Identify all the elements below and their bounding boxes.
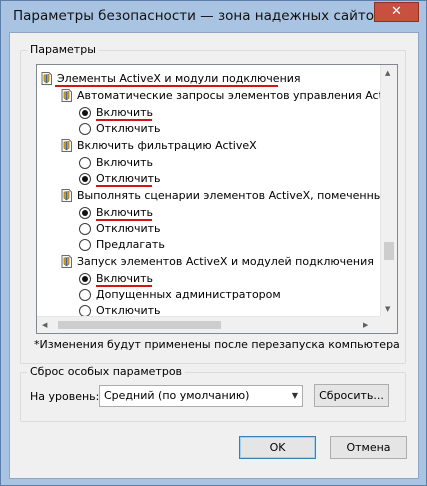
radio-button[interactable] <box>79 207 91 219</box>
scroll-up-icon[interactable]: ▲ <box>385 69 390 77</box>
scroll-left-icon[interactable]: ◀ <box>42 321 47 329</box>
restart-note: *Изменения будут применены после перезап… <box>34 338 400 351</box>
radio-label[interactable]: Отключить <box>96 121 161 137</box>
radio-label[interactable]: Отключить <box>96 303 161 317</box>
close-button[interactable]: ✕ <box>374 2 419 22</box>
section-title: Запуск элементов ActiveX и модулей подкл… <box>77 255 374 268</box>
activex-category-icon <box>41 72 52 85</box>
radio-button[interactable] <box>79 223 91 235</box>
level-label: На уровень: <box>30 390 100 403</box>
horizontal-scrollbar[interactable]: ◀ ▶ <box>37 316 381 333</box>
reset-group-legend: Сброс особых параметров <box>27 365 186 378</box>
red-underline <box>55 85 278 87</box>
scroll-down-icon[interactable]: ▼ <box>385 305 390 313</box>
close-icon: ✕ <box>391 4 402 19</box>
settings-tree-content: Элементы ActiveX и модули подключения Авт… <box>37 65 381 317</box>
scroll-corner <box>380 316 397 333</box>
chevron-down-icon: ▼ <box>291 391 298 400</box>
reset-button[interactable]: Сбросить... <box>314 384 389 407</box>
radio-button[interactable] <box>79 123 91 135</box>
title-bar[interactable]: Параметры безопасности — зона надежных с… <box>1 1 426 31</box>
section-title: Включить фильтрацию ActiveX <box>77 139 257 152</box>
radio-label[interactable]: Включить <box>96 155 153 171</box>
radio-button[interactable] <box>79 289 91 301</box>
radio-button[interactable] <box>79 273 91 285</box>
section-title: Выполнять сценарии элементов ActiveX, по… <box>77 189 381 202</box>
shield-settings-icon <box>61 139 72 152</box>
vertical-scroll-thumb[interactable] <box>384 242 394 260</box>
shield-settings-icon <box>61 255 72 268</box>
params-group-legend: Параметры <box>27 43 99 56</box>
level-select-value: Средний (по умолчанию) <box>104 389 250 402</box>
horizontal-scroll-thumb[interactable] <box>58 321 221 329</box>
shield-settings-icon <box>61 89 72 102</box>
radio-label[interactable]: Допущенных администратором <box>96 287 281 303</box>
radio-button[interactable] <box>79 239 91 251</box>
cancel-button[interactable]: Отмена <box>330 436 407 459</box>
radio-label[interactable]: Предлагать <box>96 237 165 253</box>
ok-button[interactable]: OK <box>239 436 316 459</box>
level-select[interactable]: Средний (по умолчанию) ▼ <box>99 385 303 407</box>
radio-label[interactable]: Отключить <box>96 221 161 237</box>
window-title: Параметры безопасности — зона надежных с… <box>13 8 383 24</box>
radio-button[interactable] <box>79 107 91 119</box>
settings-tree[interactable]: Элементы ActiveX и модули подключения Авт… <box>36 64 398 334</box>
radio-button[interactable] <box>79 157 91 169</box>
radio-button[interactable] <box>79 173 91 185</box>
dialog-window: Параметры безопасности — зона надежных с… <box>0 0 427 486</box>
vertical-scrollbar[interactable]: ▲ ▼ <box>380 65 397 317</box>
scroll-right-icon[interactable]: ▶ <box>363 321 368 329</box>
section-title: Автоматические запросы элементов управле… <box>77 89 381 102</box>
shield-settings-icon <box>61 189 72 202</box>
dialog-client: Параметры Элементы ActiveX и модули подк… <box>9 32 419 479</box>
red-underline <box>96 185 152 187</box>
